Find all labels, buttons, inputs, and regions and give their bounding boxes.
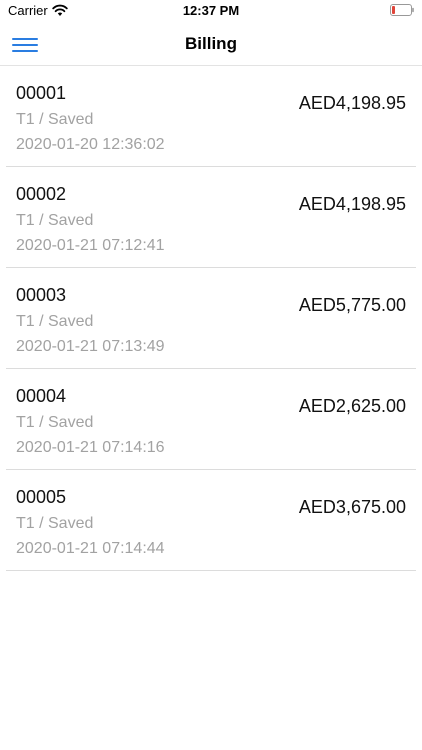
bill-number: 00001 [16, 83, 67, 103]
status-time: 12:37 PM [182, 3, 240, 18]
bill-row[interactable]: 00005 T1 / Saved 2020-01-21 07:14:44 AED… [0, 470, 422, 571]
bill-number: 00002 [16, 184, 67, 204]
bill-status: T1 / Saved [16, 313, 94, 330]
bill-status: T1 / Saved [16, 414, 94, 431]
bill-number: 00004 [16, 386, 67, 406]
bill-number: 00003 [16, 285, 67, 305]
bill-date: 2020-01-21 07:13:49 [16, 338, 165, 355]
bill-row[interactable]: 00001 T1 / Saved 2020-01-20 12:36:02 AED… [0, 66, 422, 167]
billing-list: 00001 T1 / Saved 2020-01-20 12:36:02 AED… [0, 66, 422, 571]
bill-amount: AED4,198.95 [298, 93, 406, 113]
bill-amount: AED3,675.00 [298, 497, 406, 517]
bill-row[interactable]: 00003 T1 / Saved 2020-01-21 07:13:49 AED… [0, 268, 422, 369]
bill-status: T1 / Saved [16, 515, 94, 532]
bill-date: 2020-01-21 07:14:16 [16, 439, 165, 456]
bill-date: 2020-01-21 07:12:41 [16, 237, 165, 254]
page-title: Billing [185, 34, 237, 53]
bill-date: 2020-01-21 07:14:44 [16, 540, 165, 557]
bill-status: T1 / Saved [16, 111, 94, 128]
bill-row[interactable]: 00002 T1 / Saved 2020-01-21 07:12:41 AED… [0, 167, 422, 268]
bill-date: 2020-01-20 12:36:02 [16, 136, 165, 153]
bill-amount: AED4,198.95 [298, 194, 406, 214]
bill-amount: AED5,775.00 [298, 295, 406, 315]
navigation-bar: Billing [0, 22, 422, 66]
bill-status: T1 / Saved [16, 212, 94, 229]
battery-low-icon [390, 4, 414, 16]
bill-number: 00005 [16, 487, 67, 507]
status-bar: Carrier 12:37 PM [0, 0, 422, 22]
bill-row[interactable]: 00004 T1 / Saved 2020-01-21 07:14:16 AED… [0, 369, 422, 470]
bill-amount: AED2,625.00 [298, 396, 406, 416]
